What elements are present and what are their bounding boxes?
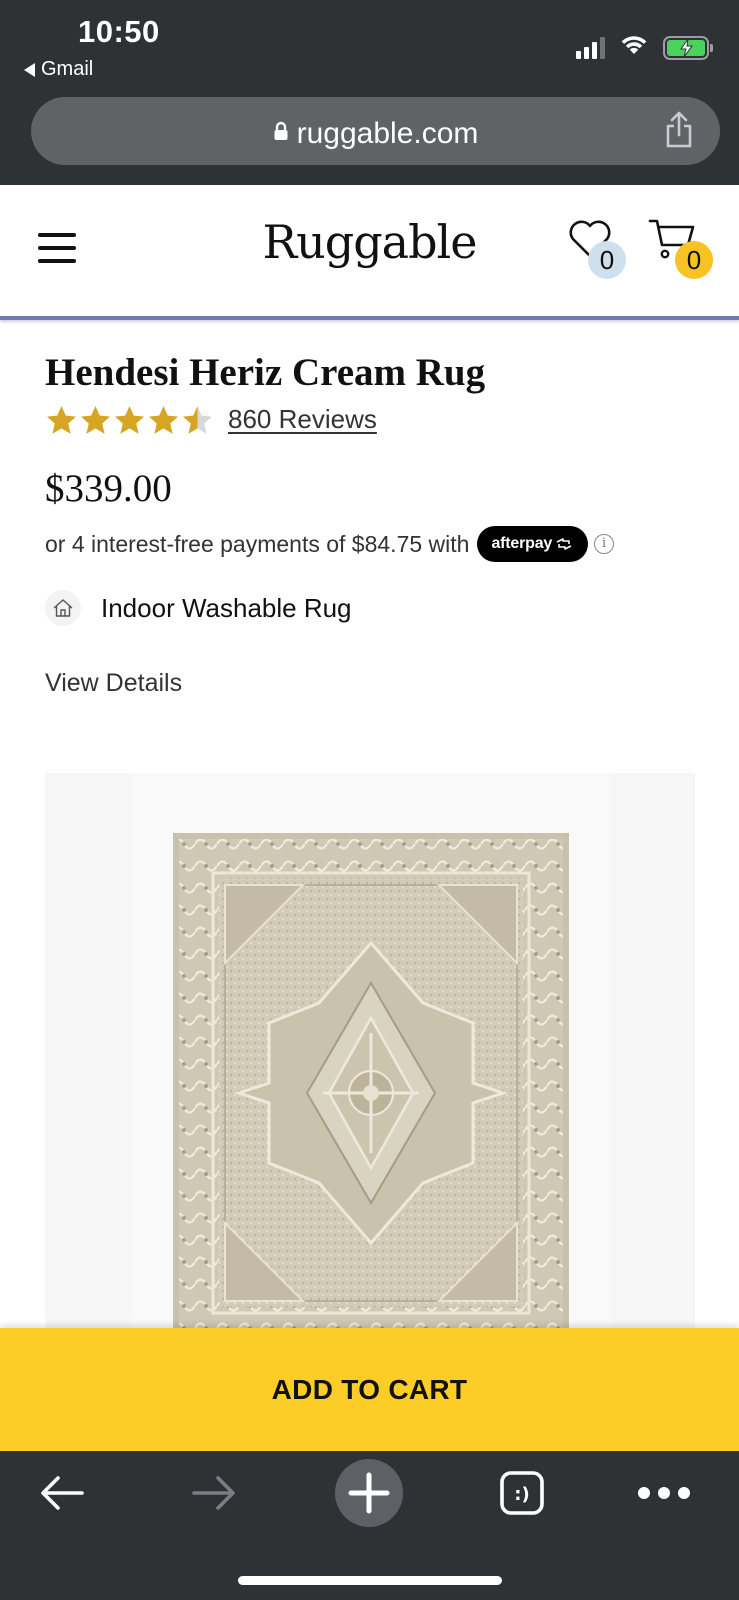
rug-type-label: Indoor Washable Rug	[101, 592, 352, 623]
afterpay-label: afterpay	[491, 535, 553, 552]
star-icon	[47, 406, 76, 434]
star-rating	[45, 404, 214, 435]
url-text: ruggable.com	[296, 117, 479, 150]
site-logo[interactable]: Ruggable	[0, 215, 739, 269]
battery-charging-icon	[663, 35, 713, 60]
info-icon[interactable]: i	[594, 534, 615, 554]
back-triangle-icon	[24, 62, 35, 77]
new-tab-plus-icon[interactable]	[335, 1451, 403, 1535]
cart-button[interactable]: 0	[648, 217, 714, 279]
star-icon	[115, 406, 144, 434]
reviews-link[interactable]: 860 Reviews	[228, 404, 377, 435]
back-to-app-link[interactable]: Gmail	[24, 58, 93, 81]
star-icon	[149, 406, 178, 434]
site-header: Ruggable 0 0	[0, 185, 739, 320]
star-icon	[81, 406, 110, 434]
afterpay-installments: or 4 interest-free payments of $84.75 wi…	[45, 526, 615, 562]
tabs-icon[interactable]: :)	[498, 1451, 546, 1535]
wishlist-count-badge: 0	[588, 241, 626, 279]
product-rating[interactable]: 860 Reviews	[45, 404, 377, 435]
back-app-label: Gmail	[41, 58, 94, 80]
lock-icon	[273, 115, 289, 149]
more-options-icon[interactable]	[636, 1451, 692, 1535]
product-price: $339.00	[45, 467, 172, 510]
add-to-cart-button[interactable]: ADD TO CART	[0, 1328, 739, 1451]
rug-image	[173, 833, 569, 1333]
star-icon	[183, 406, 212, 434]
back-arrow-icon[interactable]	[34, 1451, 90, 1535]
product-title: Hendesi Heriz Cream Rug	[45, 351, 486, 394]
share-icon[interactable]	[664, 111, 694, 154]
home-icon	[45, 590, 81, 626]
wishlist-button[interactable]: 0	[568, 219, 628, 279]
product-image-gallery[interactable]	[45, 773, 695, 1333]
address-bar[interactable]: ruggable.com	[31, 97, 720, 165]
home-indicator[interactable]	[238, 1576, 502, 1585]
status-time: 10:50	[78, 14, 160, 49]
system-status-icons	[576, 34, 713, 61]
view-details-link[interactable]: View Details	[45, 669, 182, 698]
forward-arrow-icon[interactable]	[186, 1451, 242, 1535]
installments-text: or 4 interest-free payments of $84.75 wi…	[45, 530, 470, 557]
rug-type: Indoor Washable Rug	[45, 590, 352, 626]
cellular-signal-icon	[576, 36, 605, 59]
afterpay-arrows-icon	[556, 538, 572, 550]
browser-top-chrome: 10:50 Gmail ruggable.com	[0, 0, 739, 185]
wifi-icon	[619, 34, 649, 61]
url-display: ruggable.com	[31, 115, 720, 151]
afterpay-logo: afterpay	[477, 526, 589, 562]
cart-count-badge: 0	[675, 241, 713, 279]
svg-text::): :)	[514, 1484, 529, 1505]
